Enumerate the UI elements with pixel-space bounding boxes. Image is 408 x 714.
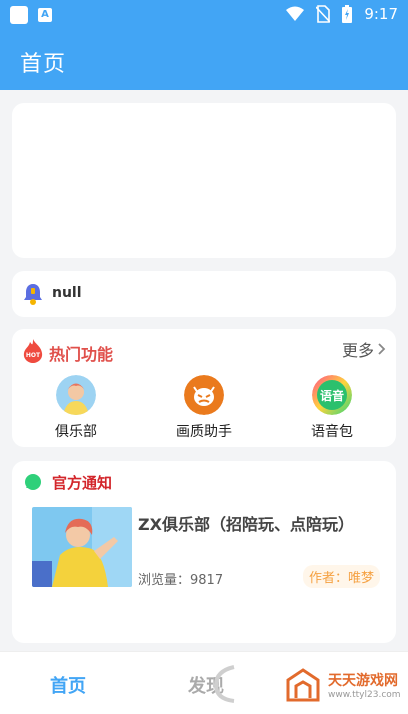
watermark: 天天游戏网 www.ttyl23.com <box>228 654 408 714</box>
func-label: 语音包 <box>311 424 353 440</box>
notice-card[interactable]: null <box>12 271 396 317</box>
devil-icon <box>184 375 224 415</box>
post-title[interactable]: ZX俱乐部（招陪玩、点陪玩） <box>138 511 354 535</box>
watermark-name: 天天游戏网 <box>328 673 398 689</box>
hot-title: 热门功能 <box>49 345 114 364</box>
func-voice-pack[interactable]: 语音 语音包 <box>292 375 372 441</box>
square-icon <box>10 6 28 24</box>
notice-text: null <box>52 285 82 301</box>
views-count: 9817 <box>190 573 224 588</box>
no-sim-icon <box>316 5 331 23</box>
chevron-right-icon <box>378 343 386 355</box>
watermark-url: www.ttyl23.com <box>328 690 401 700</box>
status-bar: A 9:17 <box>0 0 408 30</box>
views-label: 浏览量： <box>138 573 191 588</box>
swirl-icon <box>213 665 235 703</box>
banner-card[interactable] <box>12 103 396 258</box>
func-quality-helper[interactable]: 画质助手 <box>164 375 244 441</box>
func-club[interactable]: 俱乐部 <box>36 375 116 441</box>
status-time: 9:17 <box>364 5 398 23</box>
official-title: 官方通知 <box>52 474 113 492</box>
func-label: 俱乐部 <box>55 424 97 440</box>
avatar-icon <box>56 375 96 415</box>
tab-home[interactable]: 首页 <box>50 672 86 698</box>
voice-icon: 语音 <box>312 375 352 415</box>
post-views: 浏览量：9817 <box>138 569 223 588</box>
post-thumbnail[interactable] <box>32 507 132 587</box>
func-label: 画质助手 <box>176 424 232 440</box>
more-link[interactable]: 更多 <box>342 337 386 361</box>
hot-functions-card: HOT 热门功能 更多 俱乐部 画质助手 语音 语音包 <box>12 329 396 447</box>
voice-icon-text: 语音 <box>320 388 344 403</box>
chat-bubble-icon <box>25 474 41 490</box>
hot-badge-text: HOT <box>26 352 41 359</box>
more-label: 更多 <box>341 341 374 360</box>
a-icon: A <box>38 8 52 22</box>
hot-icon: HOT <box>23 339 43 363</box>
battery-icon <box>342 5 353 23</box>
post-author: 作者：唯梦 <box>302 565 380 588</box>
official-notice-card: 官方通知 ZX俱乐部（招陪玩、点陪玩） 浏览量：9817 作者：唯梦 <box>12 461 396 643</box>
wifi-icon <box>286 6 305 21</box>
page-title: 首页 <box>20 52 67 77</box>
bell-icon <box>24 284 42 305</box>
watermark-logo-icon <box>286 668 320 702</box>
app-bar: 首页 <box>0 30 408 90</box>
